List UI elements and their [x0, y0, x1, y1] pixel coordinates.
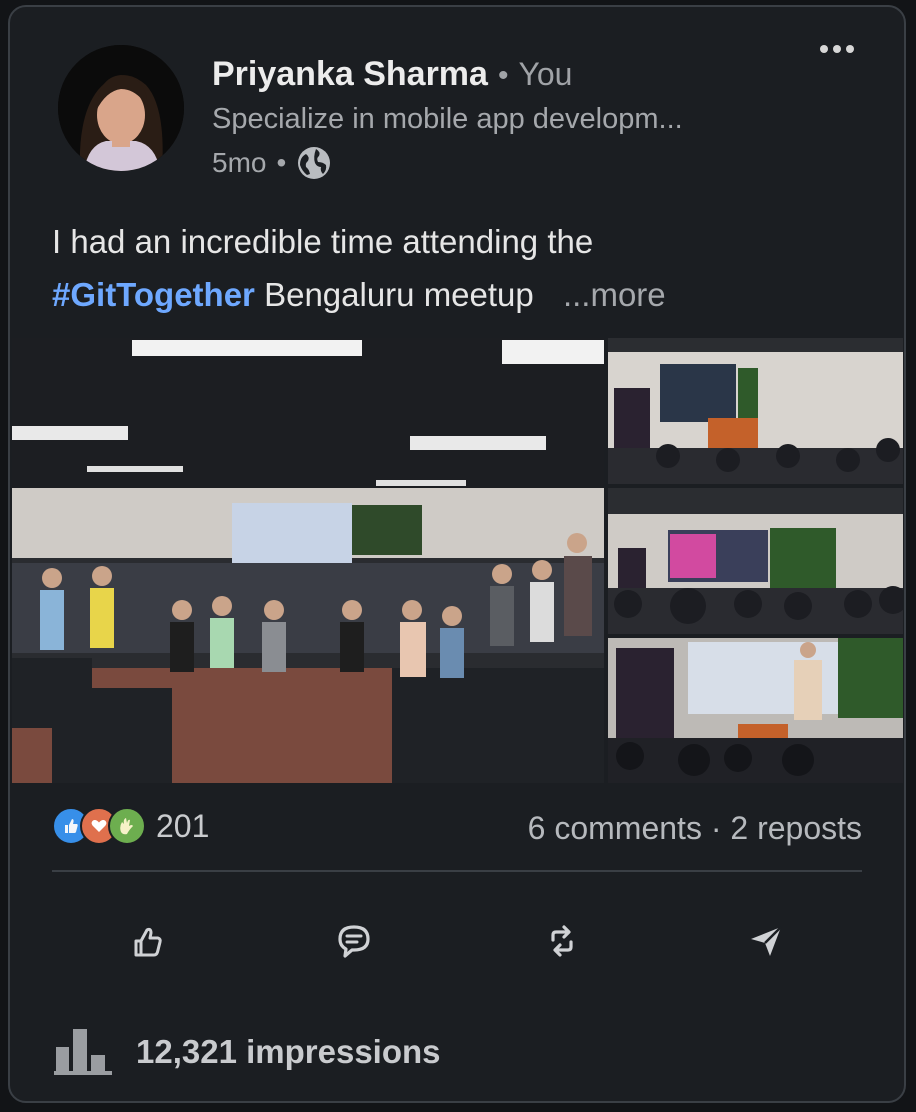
- thumbs-up-icon: [134, 927, 162, 957]
- post-text-start: I had an incredible time attending the: [52, 223, 594, 260]
- reposts-count[interactable]: 2 reposts: [730, 810, 862, 846]
- post-text-end: Bengaluru meetup: [264, 276, 534, 313]
- meta-separator: •: [276, 147, 287, 178]
- comment-icon: [338, 925, 370, 958]
- send-icon: [751, 926, 782, 956]
- relation-label: You: [518, 56, 573, 92]
- post-text: I had an incredible time attending the #…: [52, 215, 872, 321]
- presentation-photo-2[interactable]: [608, 488, 903, 634]
- hashtag-link[interactable]: #GitTogether: [52, 276, 255, 313]
- engagement-stats: 6 comments · 2 reposts: [528, 810, 862, 847]
- reactions-summary[interactable]: 201: [52, 807, 209, 845]
- author-headline: Specialize in mobile app developm...: [212, 103, 683, 135]
- comment-button[interactable]: [330, 917, 378, 965]
- repost-icon: [551, 925, 573, 957]
- impressions-link[interactable]: 12,321 impressions: [54, 1027, 441, 1077]
- author-avatar[interactable]: [58, 45, 184, 171]
- more-dot: [846, 45, 854, 53]
- impressions-count: 12,321 impressions: [136, 1033, 441, 1070]
- more-options-button[interactable]: [820, 45, 854, 53]
- more-dot: [833, 45, 841, 53]
- repost-button[interactable]: [538, 917, 586, 965]
- speaker-photo[interactable]: [608, 638, 903, 783]
- author-name-row: Priyanka Sharma • You: [212, 55, 572, 94]
- post-time: 5mo: [212, 147, 267, 178]
- more-dot: [820, 45, 828, 53]
- bar-chart-icon: [54, 1029, 112, 1075]
- name-separator: •: [497, 59, 509, 92]
- author-name[interactable]: Priyanka Sharma: [212, 55, 488, 94]
- reaction-icons: [52, 807, 146, 845]
- post-meta: 5mo •: [212, 145, 332, 181]
- send-button[interactable]: [742, 917, 790, 965]
- globe-icon: [298, 147, 331, 179]
- reaction-count: 201: [156, 807, 210, 844]
- celebrate-icon: [108, 807, 146, 845]
- post-card: Priyanka Sharma • You Specialize in mobi…: [8, 5, 906, 1103]
- stats-separator: ·: [710, 810, 722, 846]
- see-more-link[interactable]: ...more: [563, 276, 666, 313]
- group-photo[interactable]: [12, 338, 604, 783]
- divider: [52, 870, 862, 872]
- presentation-photo-1[interactable]: [608, 338, 903, 484]
- like-button[interactable]: [124, 917, 172, 965]
- comments-count[interactable]: 6 comments: [528, 810, 702, 846]
